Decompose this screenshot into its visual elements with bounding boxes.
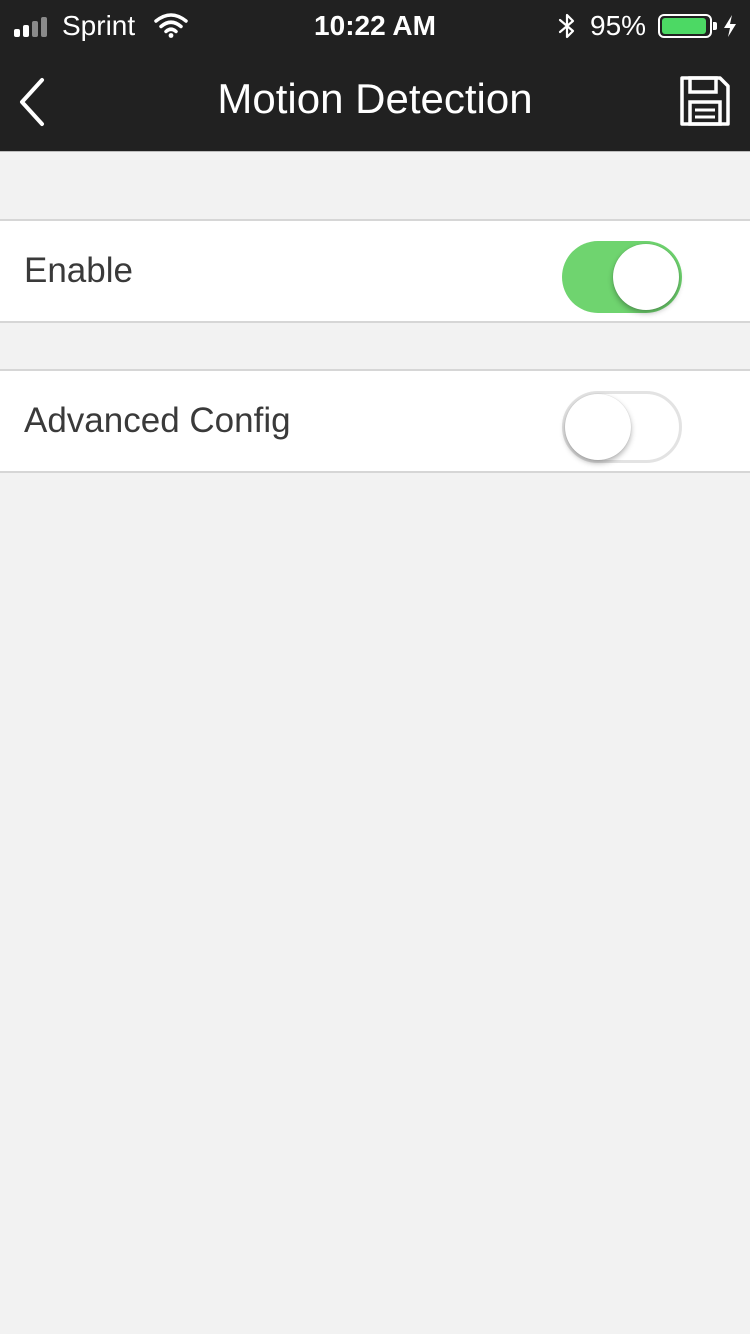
motion-detection-screen: Sprint 10:22 AM 95% Motion Detection Ena… — [0, 0, 750, 1334]
status-time: 10:22 AM — [314, 10, 436, 41]
back-button[interactable] — [10, 72, 60, 132]
battery-icon — [658, 14, 717, 38]
status-bar: Sprint 10:22 AM 95% — [0, 0, 750, 52]
battery-nub — [713, 22, 717, 30]
battery-fill — [662, 18, 706, 34]
bluetooth-icon — [558, 13, 575, 39]
enable-toggle[interactable] — [562, 241, 682, 313]
carrier-name: Sprint — [62, 10, 136, 41]
battery-percent: 95% — [590, 10, 647, 41]
wifi-icon — [154, 13, 188, 38]
setting-label-advanced-config: Advanced Config — [24, 401, 291, 440]
navigation-bar: Motion Detection — [0, 52, 750, 151]
signal-bars-icon — [14, 15, 54, 37]
charging-bolt-icon — [724, 15, 736, 37]
top-bar: Sprint 10:22 AM 95% Motion Detection — [0, 0, 750, 152]
page-title: Motion Detection — [217, 75, 533, 122]
setting-label-enable: Enable — [24, 251, 133, 290]
setting-row-advanced-config: Advanced Config — [0, 369, 750, 473]
advanced-config-toggle[interactable] — [562, 391, 682, 463]
save-button[interactable] — [674, 72, 734, 130]
floppy-disk-save-icon — [680, 76, 730, 126]
chevron-left-icon — [20, 78, 44, 126]
toggle-knob — [565, 394, 631, 460]
setting-row-enable: Enable — [0, 219, 750, 323]
toggle-knob — [613, 244, 679, 310]
